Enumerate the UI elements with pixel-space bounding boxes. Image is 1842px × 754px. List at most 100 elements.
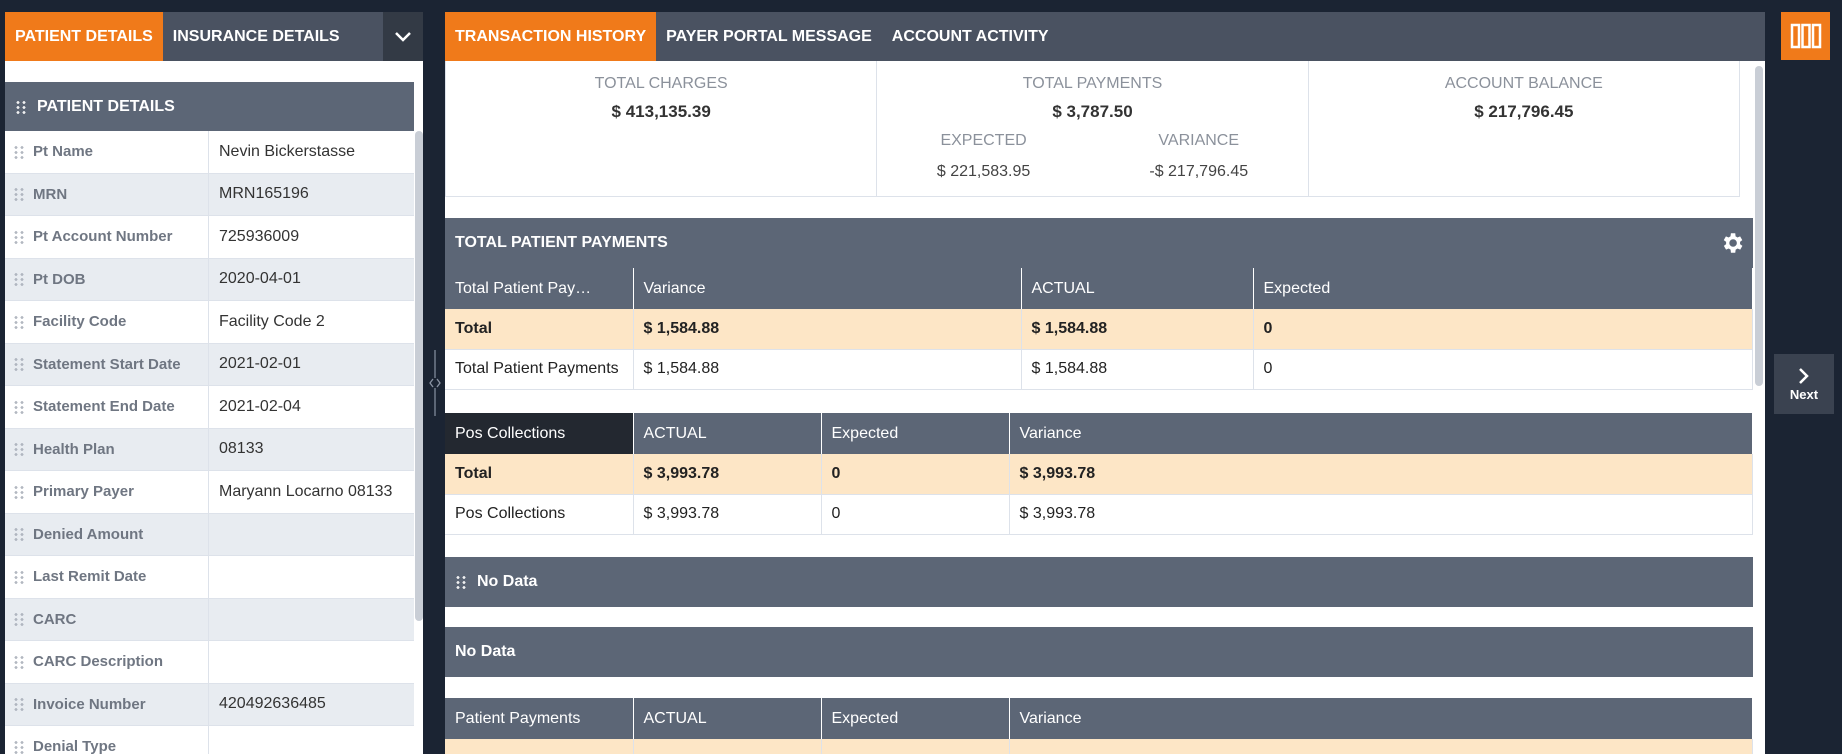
detail-label: Denied Amount <box>5 513 209 555</box>
detail-value: MRN165196 <box>209 173 414 215</box>
drag-handle-icon[interactable] <box>13 272 25 287</box>
table-cell: 0 <box>1253 349 1753 390</box>
column-header[interactable]: Variance <box>1009 413 1753 454</box>
column-header[interactable]: Expected <box>821 698 1010 739</box>
patient-details-scroll[interactable]: PATIENT DETAILS Pt Name Nevin Bickerstass… <box>5 61 423 754</box>
table-cell: $ 3,993.78 <box>633 494 822 535</box>
layout-toggle-button[interactable] <box>1781 12 1830 60</box>
drag-handle-icon[interactable] <box>15 99 27 114</box>
summary-total-charges: TOTAL CHARGES $ 413,135.39 <box>446 61 878 196</box>
detail-value: Maryann Locarno 08133 <box>209 471 414 513</box>
table-header-row: Total Patient Pay… Variance ACTUAL Expec… <box>445 268 1753 309</box>
detail-value <box>209 641 414 683</box>
detail-label: Pt Account Number <box>5 216 209 258</box>
column-header[interactable]: Expected <box>1253 268 1753 309</box>
tab-insurance-details[interactable]: INSURANCE DETAILS <box>163 12 350 61</box>
detail-row-denial-type: Denial Type <box>5 726 414 754</box>
chevron-right-icon <box>1799 367 1809 384</box>
drag-handle-icon[interactable] <box>13 484 25 499</box>
column-header[interactable]: Patient Payments <box>445 698 634 739</box>
detail-label-text: Facility Code <box>33 313 127 331</box>
panel-splitter[interactable] <box>428 345 442 420</box>
detail-row-invoice-number: Invoice Number 420492636485 <box>5 683 414 726</box>
drag-handle-icon[interactable] <box>13 314 25 329</box>
column-header[interactable]: ACTUAL <box>633 698 822 739</box>
drag-handle-icon[interactable] <box>13 739 25 754</box>
drag-handle-icon[interactable] <box>13 697 25 712</box>
column-header[interactable]: ACTUAL <box>1021 268 1254 309</box>
total-charges-value: $ 413,135.39 <box>611 102 711 121</box>
table-header-row: Patient Payments ACTUAL Expected Varianc… <box>445 698 1753 739</box>
table-cell: $ 1,584.88 <box>1021 309 1254 350</box>
table-cell: $ 1,584.88 <box>633 349 1022 390</box>
column-header[interactable]: ACTUAL <box>633 413 822 454</box>
account-balance-label: ACCOUNT BALANCE <box>1444 75 1603 92</box>
detail-label-text: CARC Description <box>33 653 164 671</box>
drag-handle-icon[interactable] <box>13 357 25 372</box>
drag-handle-icon[interactable] <box>13 654 25 669</box>
detail-label: Invoice Number <box>5 683 209 725</box>
right-scrollbar[interactable] <box>1755 66 1763 386</box>
drag-handle-icon[interactable] <box>13 612 25 627</box>
detail-value <box>209 556 414 598</box>
detail-value: 2021-02-04 <box>209 386 414 428</box>
detail-label: Pt Name <box>5 131 209 173</box>
drag-handle-icon[interactable] <box>13 144 25 159</box>
table-cell <box>445 739 634 754</box>
detail-label: CARC <box>5 598 209 640</box>
transaction-content[interactable]: TOTAL CHARGES $ 413,135.39 TOTAL PAYMENT… <box>445 61 1753 754</box>
detail-label-text: Denial Type <box>33 738 117 754</box>
chevron-down-icon <box>395 31 411 42</box>
detail-row-statement-end: Statement End Date 2021-02-04 <box>5 386 414 429</box>
next-button[interactable]: Next <box>1774 354 1834 414</box>
detail-row-health-plan: Health Plan 08133 <box>5 428 414 471</box>
drag-handle-icon[interactable] <box>13 229 25 244</box>
tabs-dropdown-button[interactable] <box>383 12 423 61</box>
drag-handle-icon[interactable] <box>455 575 467 589</box>
column-header[interactable]: Variance <box>633 268 1022 309</box>
tab-account-activity[interactable]: ACCOUNT ACTIVITY <box>882 12 1059 61</box>
left-tabbar: PATIENT DETAILS INSURANCE DETAILS <box>5 12 423 61</box>
expected-block: EXPECTED $ 221,583.95 <box>937 132 1030 181</box>
variance-label: VARIANCE <box>1158 132 1240 149</box>
detail-value <box>209 598 414 640</box>
transactions-panel: TRANSACTION HISTORY PAYER PORTAL MESSAGE… <box>445 12 1765 754</box>
table-cell: Total Patient Payments <box>445 349 634 390</box>
drag-handle-icon[interactable] <box>13 442 25 457</box>
detail-value: 2021-02-01 <box>209 343 414 385</box>
gear-icon[interactable] <box>1719 230 1745 256</box>
table-row: Pos Collections $ 3,993.78 0 $ 3,993.78 <box>445 494 1753 535</box>
detail-label: Health Plan <box>5 428 209 470</box>
account-balance-value: $ 217,796.45 <box>1474 102 1574 121</box>
drag-handle-icon[interactable] <box>13 187 25 202</box>
tab-transaction-history[interactable]: TRANSACTION HISTORY <box>445 12 657 61</box>
patient-details-header[interactable]: PATIENT DETAILS <box>5 82 414 131</box>
table-cell <box>1009 739 1753 754</box>
total-charges-label: TOTAL CHARGES <box>594 75 728 92</box>
detail-row-account-number: Pt Account Number 725936009 <box>5 216 414 259</box>
columns-icon <box>1790 23 1821 49</box>
detail-label-text: Pt Account Number <box>33 228 173 246</box>
drag-handle-icon[interactable] <box>13 569 25 584</box>
column-header[interactable]: Variance <box>1009 698 1753 739</box>
detail-row-statement-start: Statement Start Date 2021-02-01 <box>5 343 414 386</box>
tab-patient-details[interactable]: PATIENT DETAILS <box>5 12 163 61</box>
detail-row-mrn: MRN MRN165196 <box>5 173 414 216</box>
left-scrollbar[interactable] <box>415 131 423 621</box>
detail-value: Nevin Bickerstasse <box>209 131 414 173</box>
expected-label: EXPECTED <box>940 132 1027 149</box>
payments-breakdown: EXPECTED $ 221,583.95 VARIANCE -$ 217,79… <box>877 132 1307 181</box>
expected-value: $ 221,583.95 <box>936 163 1031 180</box>
table-total-row <box>445 739 1753 754</box>
no-data-section-2: No Data <box>445 627 1753 677</box>
column-header[interactable]: Pos Collections <box>445 413 634 454</box>
column-header[interactable]: Total Patient Pay… <box>445 268 634 309</box>
detail-value <box>209 513 414 555</box>
tab-payer-portal-message[interactable]: PAYER PORTAL MESSAGE <box>656 12 882 61</box>
column-header[interactable]: Expected <box>821 413 1010 454</box>
drag-handle-icon[interactable] <box>13 399 25 414</box>
total-payments-label: TOTAL PAYMENTS <box>1022 75 1163 92</box>
drag-handle-icon[interactable] <box>13 527 25 542</box>
total-payments-value: $ 3,787.50 <box>1052 102 1133 121</box>
detail-label-text: Statement End Date <box>33 398 175 416</box>
